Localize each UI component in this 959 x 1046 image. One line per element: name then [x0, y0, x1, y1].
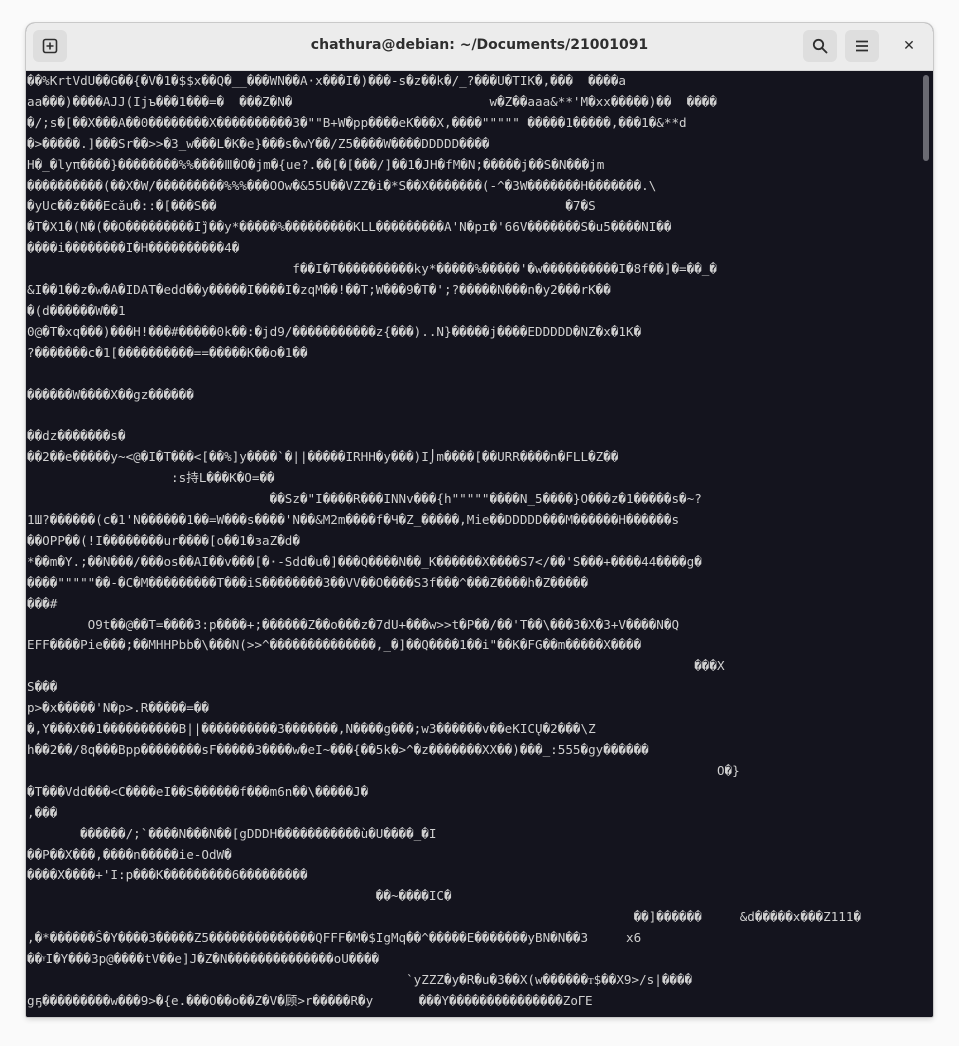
terminal-line: ��~����IC�	[27, 888, 452, 904]
terminal-view[interactable]: ��%KrtVdU��G��{�V�1�$$x��Q�__���WN��A·x�…	[26, 71, 919, 1017]
terminal-window: chathura@debian: ~/Documents/21001091 ✕ …	[26, 23, 933, 1017]
terminal-line: *��m�Y.;��N���/���os��AI��v���[�·-Sdd�u�…	[27, 553, 702, 569]
terminal-line: ��P��X���,����n�����ie-OdW�	[27, 846, 232, 862]
terminal-line: ��dz�������s�	[27, 428, 126, 444]
terminal-line: aa���)����AJJ(Ijъ���1���=� ���Z�N� w�Z��…	[27, 93, 717, 109]
terminal-line: p>�x�����'N�p>.R�����=��	[27, 700, 209, 716]
terminal-line: gҕ���������w���9>�{e.���O��o��Z�V�顾>r���…	[27, 992, 593, 1008]
terminal-line: �>�����.]���Sr��>>�3_w���L�K�e}���s�wY��…	[27, 135, 490, 151]
magnifier-icon	[812, 38, 828, 54]
terminal-line: H�_�lyπ����}��������%%����Ⅲ�O�jm�{ue?.��…	[27, 156, 605, 172]
scrollbar[interactable]	[919, 71, 933, 1017]
terminal-output: ��%KrtVdU��G��{�V�1�$$x��Q�__���WN��A·x�…	[27, 71, 861, 1012]
terminal-line: f��I�T����������ky*�����%�����'�w�������…	[27, 261, 717, 277]
terminal-line: O9t��@��T=����3:p����+;������Z��o���z�7d…	[27, 616, 680, 632]
terminal-line: &I��1��z�w�A�IDAT�edd��y�����I����I�zqM�…	[27, 282, 611, 298]
close-icon: ✕	[903, 38, 915, 54]
main-menu-button[interactable]	[845, 30, 879, 62]
terminal-line: ��2��e�����y~<@�I�T���<[��%]y����`�||���…	[27, 449, 619, 465]
terminal-line: ������W����X��gz������	[27, 386, 194, 402]
terminal-line: ������/;`����N���N��[gDDDH�����������ù�U…	[27, 825, 437, 841]
terminal-line: ��]������ &d�����x���Z111�	[27, 909, 862, 925]
window-title: chathura@debian: ~/Documents/21001091	[310, 37, 649, 53]
terminal-line: �T�X1�(N�(��O���������Ij̏��y*�����%�����…	[27, 219, 672, 235]
terminal-line: 1Ш?������(c�1'N������1��=W���s����'N��&M…	[27, 512, 680, 528]
header-bar: chathura@debian: ~/Documents/21001091 ✕	[26, 23, 933, 71]
terminal-line: ��ᵞI�Y���3p@����tV��e]J�Z�N�������������…	[27, 951, 380, 967]
terminal-line: O�}	[27, 762, 740, 778]
terminal-line: ����X����+'I:p���K���������6���������	[27, 867, 308, 883]
hamburger-icon	[856, 40, 868, 52]
terminal-line: S���	[27, 679, 58, 695]
terminal-line: ���#	[27, 595, 58, 611]
terminal-line: ��%KrtVdU��G��{�V�1�$$x��Q�__���WN��A·x�…	[27, 73, 626, 88]
terminal-line: ���X	[27, 658, 725, 674]
terminal-line: ?�������c�1[����������==�����K��o�1��	[27, 344, 308, 360]
terminal-line: h��2��/8q���Bpp��������sF�����3����w�eI~…	[27, 742, 649, 757]
terminal-line: 0@�T�xq���)���H!���#�����0k��:�јd9/�����…	[27, 323, 642, 339]
terminal-line: �/;s�[��X���A��0��������X����������3�""B…	[27, 114, 687, 130]
terminal-line: �(d������W��1	[27, 302, 126, 318]
close-button[interactable]: ✕	[896, 30, 922, 62]
terminal-line: ����"""""��-�C�M���������T���iS��������3…	[27, 574, 589, 590]
scrollbar-thumb[interactable]	[923, 75, 929, 161]
terminal-line: �yUc��z���Ecău�::�[���S�� �7�S	[27, 198, 596, 214]
terminal-line: ����i��������I�H����������4�	[27, 240, 240, 256]
terminal-line: ,�*������Ŝ�Y����3�����Z5��������������QF…	[27, 930, 642, 946]
search-button[interactable]	[803, 30, 837, 62]
terminal-line: ��Sz�"I����R���INNv���{h"""""����N_5����…	[27, 491, 702, 507]
terminal-line: ,���	[27, 804, 58, 820]
terminal-line: EFF����Pie���;��MHHPbb�\���N(>>^��������…	[27, 637, 642, 653]
terminal-line: ����������(��X�W/���������%%%���OOw�&55U…	[27, 177, 657, 193]
terminal-line: �T���Vdd���<C����eI��S������f���m6n��\��…	[27, 783, 369, 799]
terminal-line: :s持L���K�O=��	[27, 470, 275, 486]
terminal-line: �,Y���X��1����������B||����������3������…	[27, 721, 596, 737]
terminal-line: ��OPP��(!I��������ur����[o��1�ɜaZ�d�	[27, 532, 300, 548]
terminal-line: `yZZZ�y�R�u�3��X(w������ᴛ$��X9>/s|����	[27, 971, 693, 987]
